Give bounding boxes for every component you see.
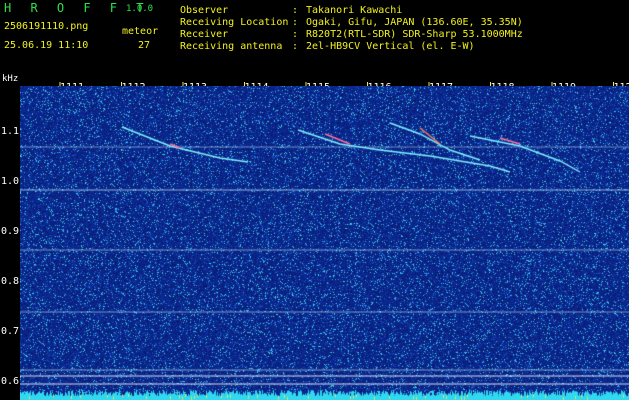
frequency-label: 1.1 [1,126,19,137]
frequency-label: 0.8 [1,276,19,287]
frequency-label: 0.7 [1,326,19,337]
frequency-label: 0.9 [1,226,19,237]
frequency-label: 0.6 [1,376,19,387]
frequency-label: 1.0 [1,176,19,187]
spectrogram-canvas [20,86,629,400]
